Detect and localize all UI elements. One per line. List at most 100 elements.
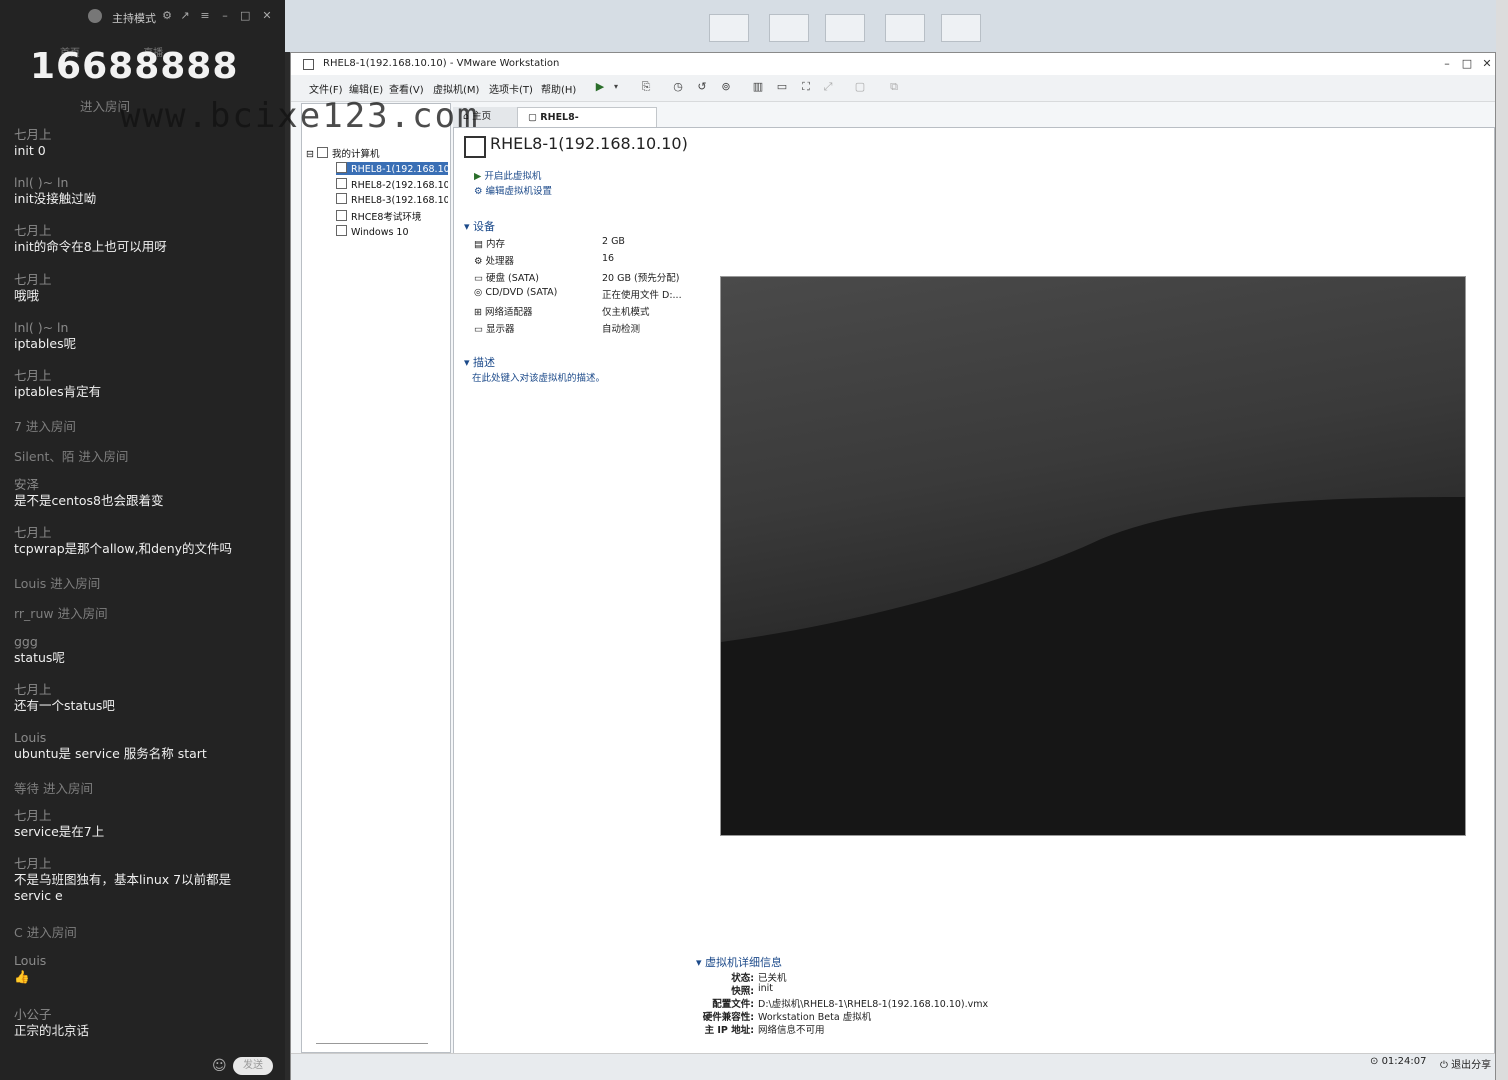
edit-vm-settings-link[interactable]: ⚙ 编辑虚拟机设置 bbox=[474, 183, 552, 197]
devices-section-header[interactable]: ▾ 设备 bbox=[464, 218, 495, 234]
system-message: Silent、陌 进入房间 bbox=[14, 449, 129, 464]
detail-value: D:\虚拟机\RHEL8-1\RHEL8-1(192.168.10.10).vm… bbox=[758, 999, 989, 1010]
window-close-button[interactable]: ✕ bbox=[1477, 53, 1497, 75]
detail-label: 硬件兼容性: bbox=[702, 1012, 754, 1023]
description-section-header[interactable]: ▾ 描述 bbox=[464, 354, 495, 370]
chat-message: 七月上 init的命令在8上也可以用呀 bbox=[14, 223, 167, 254]
chat-message: Louis ubuntu是 service 服务名称 start bbox=[14, 730, 207, 761]
library-item-rhel8-2[interactable]: RHEL8-2(192.168.10.2 bbox=[336, 178, 448, 191]
fullscreen-icon[interactable]: ⛶ bbox=[799, 80, 813, 94]
device-memory[interactable]: ▤ 内存 bbox=[474, 236, 505, 250]
chat-message: lnl( )~ ln init没接触过呦 bbox=[14, 175, 97, 206]
device-display[interactable]: ▭ 显示器 bbox=[474, 321, 515, 335]
status-bar bbox=[291, 1053, 1495, 1080]
power-on-icon[interactable]: ▶ bbox=[593, 80, 607, 94]
desktop-shortcut-icon[interactable] bbox=[709, 14, 749, 42]
unity-icon[interactable]: ⤢ bbox=[821, 80, 835, 94]
window-minimize-button[interactable]: – bbox=[1437, 53, 1457, 75]
library-item-windows10[interactable]: Windows 10 bbox=[336, 225, 448, 238]
vm-icon bbox=[336, 162, 347, 173]
desktop-shortcut-icon[interactable] bbox=[769, 14, 809, 42]
window-title: RHEL8-1(192.168.10.10) - VMware Workstat… bbox=[323, 58, 560, 69]
send-button[interactable]: 发送 bbox=[233, 1057, 273, 1075]
network-icon: ⊞ bbox=[474, 307, 485, 318]
detail-value: 网络信息不可用 bbox=[758, 1025, 825, 1036]
library-view-icon[interactable]: ▥ bbox=[751, 80, 765, 94]
dropdown-icon[interactable]: ▾ bbox=[609, 80, 623, 94]
vm-details: ▾ 虚拟机详细信息 状态: 已关机 快照: init 配置文件: D:\虚拟机\… bbox=[696, 954, 988, 1036]
snapshot-manager-icon[interactable]: ⊚ bbox=[719, 80, 733, 94]
device-value: 20 GB (预先分配) bbox=[602, 273, 680, 284]
window-maximize-button[interactable]: □ bbox=[1457, 53, 1477, 75]
popout-icon[interactable]: ↗ bbox=[180, 10, 190, 21]
chat-message: 七月上 tcpwrap是那个allow,和deny的文件吗 bbox=[14, 525, 233, 556]
device-value: 自动检测 bbox=[602, 324, 641, 335]
emoji-icon[interactable]: ☺ bbox=[212, 1058, 227, 1074]
device-value: 仅主机模式 bbox=[602, 307, 650, 318]
chat-message: 小公子 正宗的北京话 bbox=[14, 1007, 90, 1038]
library-item-rhce8[interactable]: RHCE8考试环境 bbox=[336, 209, 448, 223]
device-network[interactable]: ⊞ 网络适配器 bbox=[474, 304, 533, 318]
chat-panel: 主持模式 ⚙ ↗ ≡ – □ ✕ 首页 直播 16688888 进入房间 七月上… bbox=[0, 0, 285, 1080]
vm-icon bbox=[336, 178, 347, 189]
close-icon[interactable]: ✕ bbox=[262, 10, 272, 21]
system-message: Louis 进入房间 bbox=[14, 576, 101, 591]
vm-title: RHEL8-1(192.168.10.10) bbox=[490, 134, 688, 153]
exit-share-button[interactable]: ⏻ 退出分享 bbox=[1440, 1056, 1491, 1071]
snapshot-icon[interactable]: ◷ bbox=[671, 80, 685, 94]
power-on-vm-link[interactable]: ▶ 开启此虚拟机 bbox=[474, 168, 541, 182]
details-section-header[interactable]: ▾ 虚拟机详细信息 bbox=[696, 954, 782, 970]
desktop-shortcut-icon[interactable] bbox=[941, 14, 981, 42]
menu-vm[interactable]: 虚拟机(M) bbox=[433, 81, 479, 96]
share-timer: ⊙ 01:24:07 bbox=[1370, 1056, 1427, 1067]
detail-value: Workstation Beta 虚拟机 bbox=[758, 1012, 872, 1023]
library-item-rhel8-1[interactable]: RHEL8-1(192.168.10.10) bbox=[336, 162, 448, 175]
desktop-band bbox=[285, 0, 1496, 52]
window-titlebar: RHEL8-1(192.168.10.10) - VMware Workstat… bbox=[291, 53, 1495, 75]
send-keys-icon[interactable]: ⎘ bbox=[639, 80, 653, 94]
tree-root[interactable]: ⊟ 我的计算机 bbox=[306, 146, 380, 160]
autofit-icon[interactable]: ⧉ bbox=[887, 80, 901, 94]
console-view-icon[interactable]: ▭ bbox=[775, 80, 789, 94]
detail-label: 主 IP 地址: bbox=[704, 1025, 754, 1036]
cdrom-icon: ◎ bbox=[474, 287, 486, 298]
chat-message: lnl( )~ ln iptables呢 bbox=[14, 320, 77, 351]
menu-edit[interactable]: 编辑(E) bbox=[349, 81, 383, 96]
system-message: 7 进入房间 bbox=[14, 419, 76, 434]
chat-message: 七月上 iptables肯定有 bbox=[14, 368, 102, 399]
detail-label: 快照: bbox=[731, 986, 754, 997]
desktop-shortcut-icon[interactable] bbox=[825, 14, 865, 42]
device-harddisk[interactable]: ▭ 硬盘 (SATA) bbox=[474, 270, 539, 284]
maximize-icon[interactable]: □ bbox=[240, 10, 250, 21]
harddisk-icon: ▭ bbox=[474, 273, 486, 284]
chat-message: 安泽 是不是centos8也会跟着变 bbox=[14, 477, 164, 508]
system-message: 等待 进入房间 bbox=[14, 781, 93, 796]
menu-tabs[interactable]: 选项卡(T) bbox=[489, 81, 533, 96]
device-cdrom[interactable]: ◎ CD/DVD (SATA) bbox=[474, 287, 557, 298]
menu-help[interactable]: 帮助(H) bbox=[541, 81, 576, 96]
device-processor[interactable]: ⚙ 处理器 bbox=[474, 253, 514, 267]
stretch-icon[interactable]: ▢ bbox=[853, 80, 867, 94]
menu-view[interactable]: 查看(V) bbox=[389, 81, 424, 96]
tab-rhel8-1[interactable]: ▢ RHEL8-1(192.168.10.10) ✕ bbox=[517, 107, 657, 143]
vm-tab-icon: ▢ bbox=[528, 112, 541, 123]
description-placeholder[interactable]: 在此处键入对该虚拟机的描述。 bbox=[472, 370, 605, 384]
menu-icon[interactable]: ≡ bbox=[200, 10, 210, 21]
detail-label: 配置文件: bbox=[712, 999, 754, 1010]
settings-icon[interactable]: ⚙ bbox=[162, 10, 172, 21]
chat-message: 七月上 不是乌班图独有，基本linux 7以前都是servic e bbox=[14, 856, 232, 903]
vmware-window: RHEL8-1(192.168.10.10) - VMware Workstat… bbox=[290, 52, 1496, 1080]
minimize-icon[interactable]: – bbox=[220, 10, 230, 21]
vm-icon bbox=[336, 225, 347, 236]
play-icon: ▶ bbox=[474, 171, 485, 182]
watermark: www.bcixe123.com bbox=[120, 96, 480, 136]
vm-preview-thumbnail bbox=[720, 276, 1466, 836]
detail-value: init bbox=[758, 983, 774, 994]
chat-message: 七月上 service是在7上 bbox=[14, 808, 105, 839]
horizontal-scrollbar[interactable] bbox=[316, 1043, 428, 1044]
desktop-shortcut-icon[interactable] bbox=[885, 14, 925, 42]
library-item-rhel8-3[interactable]: RHEL8-3(192.168.10.3 bbox=[336, 193, 448, 206]
snapshot-revert-icon[interactable]: ↺ bbox=[695, 80, 709, 94]
vm-large-icon bbox=[464, 136, 486, 158]
menu-file[interactable]: 文件(F) bbox=[309, 81, 343, 96]
